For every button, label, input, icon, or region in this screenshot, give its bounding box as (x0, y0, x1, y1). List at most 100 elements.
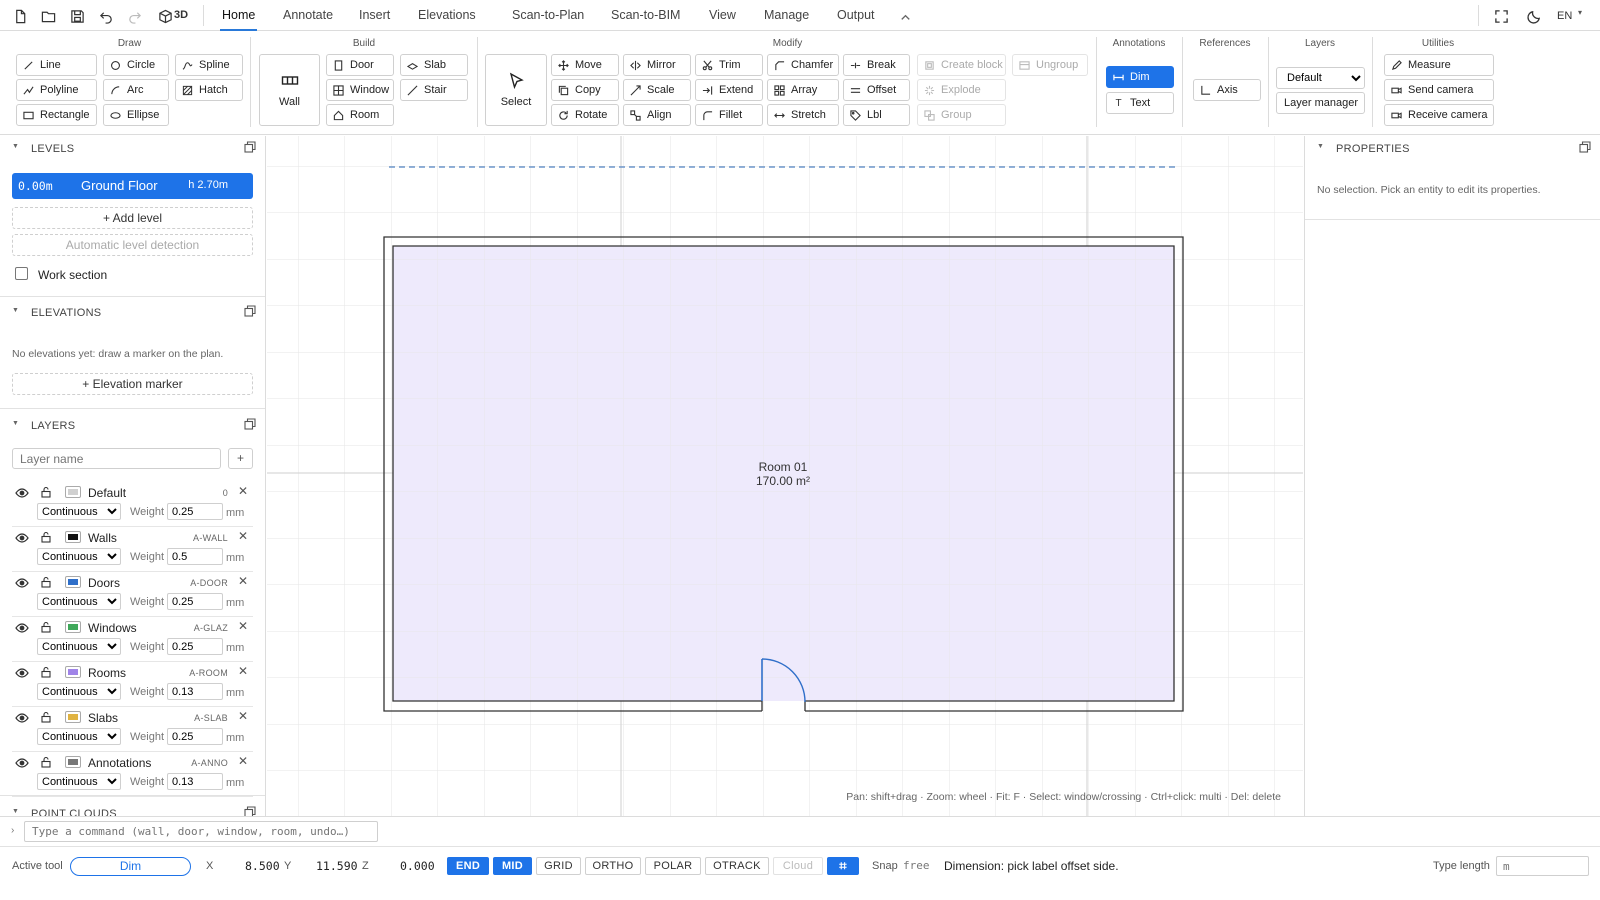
layer-color-swatch[interactable] (65, 666, 81, 678)
redo-icon[interactable] (126, 8, 142, 24)
ellipse-button[interactable]: Ellipse (103, 104, 169, 126)
popout-icon[interactable] (244, 305, 256, 317)
stretch-button[interactable]: Stretch (767, 104, 839, 126)
popout-icon[interactable] (244, 141, 256, 153)
array-button[interactable]: Array (767, 79, 839, 101)
popout-icon[interactable] (244, 418, 256, 430)
rectangle-button[interactable]: Rectangle (16, 104, 97, 126)
linetype-select[interactable]: Continuous (37, 683, 121, 700)
cube-3d-icon[interactable] (157, 8, 173, 24)
layer-color-swatch[interactable] (65, 621, 81, 633)
chevron-down-icon[interactable]: ▾ (1578, 8, 1582, 17)
line-weight-input[interactable] (167, 773, 223, 790)
text-button[interactable]: T Text (1106, 92, 1174, 114)
door-button[interactable]: Door (326, 54, 394, 76)
line-weight-input[interactable] (167, 503, 223, 520)
lock-icon[interactable] (40, 666, 52, 678)
delete-layer-icon[interactable]: ✕ (238, 529, 248, 543)
extend-button[interactable]: Extend (695, 79, 763, 101)
stair-button[interactable]: Stair (400, 79, 468, 101)
explode-button[interactable]: Explode (917, 79, 1006, 101)
tab-home[interactable]: Home (220, 0, 258, 31)
label-button[interactable]: Lbl (843, 104, 910, 126)
trim-button[interactable]: Trim (695, 54, 763, 76)
select-button[interactable]: Select (485, 54, 547, 126)
collapse-ribbon-icon[interactable] (897, 9, 913, 25)
linetype-select[interactable]: Continuous (37, 638, 121, 655)
dark-mode-moon-icon[interactable] (1526, 8, 1542, 24)
polar-toggle[interactable]: POLAR (645, 857, 701, 875)
lock-icon[interactable] (40, 621, 52, 633)
layer-color-swatch[interactable] (65, 486, 81, 498)
popout-icon[interactable] (244, 806, 256, 816)
add-elevation-marker-button[interactable]: + Elevation marker (12, 373, 253, 395)
layer-row[interactable]: Walls A-WALL ✕ Continuous Weight mm (12, 528, 253, 572)
layer-row[interactable]: Default 0 ✕ Continuous Weight mm (12, 483, 253, 527)
copy-button[interactable]: Copy (551, 79, 619, 101)
line-weight-input[interactable] (167, 593, 223, 610)
language-selector[interactable]: EN (1557, 10, 1572, 22)
otrack-toggle[interactable]: OTRACK (705, 857, 769, 875)
tab-scan-to-plan[interactable]: Scan-to-Plan (510, 0, 586, 31)
room-button[interactable]: Room (326, 104, 394, 126)
tab-scan-to-bim[interactable]: Scan-to-BIM (609, 0, 682, 31)
grid-toggle[interactable]: GRID (536, 857, 581, 875)
line-weight-input[interactable] (167, 638, 223, 655)
delete-layer-icon[interactable]: ✕ (238, 484, 248, 498)
wall-button[interactable]: Wall (259, 54, 320, 126)
tab-annotate[interactable]: Annotate (281, 0, 335, 31)
layer-color-swatch[interactable] (65, 756, 81, 768)
add-layer-button[interactable]: + (228, 448, 253, 469)
level-item-ground-floor[interactable]: 0.00m Ground Floor h 2.70m (12, 173, 253, 199)
eye-icon[interactable] (15, 712, 29, 724)
move-button[interactable]: Move (551, 54, 619, 76)
layer-row[interactable]: Rooms A-ROOM ✕ Continuous Weight mm (12, 663, 253, 707)
automatic-level-detection-button[interactable]: Automatic level detection (12, 234, 253, 256)
delete-layer-icon[interactable]: ✕ (238, 754, 248, 768)
tab-manage[interactable]: Manage (762, 0, 811, 31)
lock-icon[interactable] (40, 756, 52, 768)
layer-row[interactable]: Doors A-DOOR ✕ Continuous Weight mm (12, 573, 253, 617)
scale-button[interactable]: Scale (623, 79, 691, 101)
line-weight-input[interactable] (167, 548, 223, 565)
point-clouds-section-header[interactable]: ▼ POINT CLOUDS (0, 804, 265, 816)
layer-color-swatch[interactable] (65, 531, 81, 543)
current-layer-select[interactable]: Default (1276, 67, 1365, 89)
lock-icon[interactable] (40, 486, 52, 498)
lock-icon[interactable] (40, 576, 52, 588)
eye-icon[interactable] (15, 532, 29, 544)
ortho-toggle[interactable]: ORTHO (585, 857, 641, 875)
tab-view[interactable]: View (707, 0, 738, 31)
line-weight-input[interactable] (167, 683, 223, 700)
elevations-section-header[interactable]: ▼ ELEVATIONS (0, 303, 265, 323)
delete-layer-icon[interactable]: ✕ (238, 664, 248, 678)
spline-button[interactable]: Spline (175, 54, 243, 76)
layer-row[interactable]: Windows A-GLAZ ✕ Continuous Weight mm (12, 618, 253, 662)
cloud-toggle[interactable]: Cloud (773, 857, 823, 875)
properties-section-header[interactable]: ▼ PROPERTIES (1305, 139, 1600, 159)
command-input[interactable] (24, 821, 378, 842)
work-section-checkbox[interactable] (15, 267, 28, 280)
lock-icon[interactable] (40, 531, 52, 543)
save-icon[interactable] (69, 8, 85, 24)
circle-button[interactable]: Circle (103, 54, 169, 76)
tab-elevations[interactable]: Elevations (416, 0, 478, 31)
snap-end-toggle[interactable]: END (447, 857, 489, 875)
eye-icon[interactable] (15, 577, 29, 589)
type-length-input[interactable] (1496, 856, 1589, 876)
align-button[interactable]: Align (623, 104, 691, 126)
mirror-button[interactable]: Mirror (623, 54, 691, 76)
tab-output[interactable]: Output (835, 0, 877, 31)
delete-layer-icon[interactable]: ✕ (238, 709, 248, 723)
delete-layer-icon[interactable]: ✕ (238, 574, 248, 588)
layer-color-swatch[interactable] (65, 576, 81, 588)
new-file-icon[interactable] (12, 8, 28, 24)
layer-row[interactable]: Slabs A-SLAB ✕ Continuous Weight mm (12, 708, 253, 752)
open-folder-icon[interactable] (40, 8, 56, 24)
layer-color-swatch[interactable] (65, 711, 81, 723)
window-button[interactable]: Window (326, 79, 394, 101)
levels-section-header[interactable]: ▼ LEVELS (0, 139, 265, 159)
add-level-button[interactable]: + Add level (12, 207, 253, 229)
group-button[interactable]: Group (917, 104, 1006, 126)
delete-layer-icon[interactable]: ✕ (238, 619, 248, 633)
